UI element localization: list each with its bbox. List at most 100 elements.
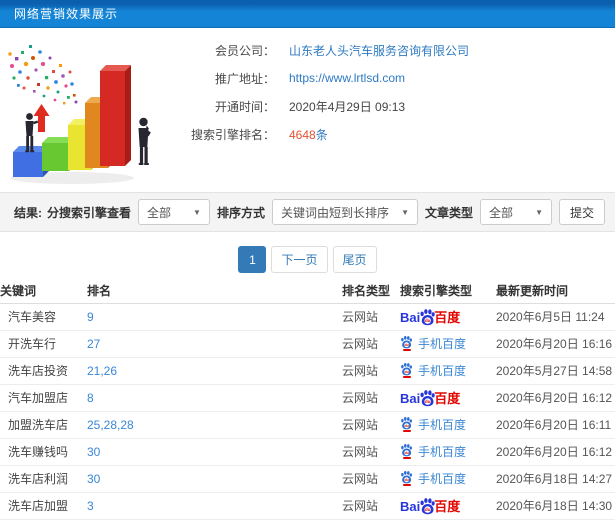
- rank-type-cell: 云网站: [342, 303, 400, 331]
- info-row-opened: 开通时间： 2020年4月29日 09:13: [185, 92, 610, 120]
- sort-mode-selected: 关键词由短到长排序: [280, 205, 389, 220]
- update-time-cell: 2020年6月20日 16:11: [496, 411, 615, 439]
- svg-text:du: du: [404, 370, 408, 374]
- last-page-button[interactable]: 尾页: [332, 246, 377, 273]
- member-company-label: 会员公司：: [214, 43, 275, 58]
- table-row: 洗车赚钱吗 30 云网站 du 手机百度 2020年6月20日 16:12: [0, 438, 615, 466]
- engine-rank-unit: 条: [315, 127, 328, 142]
- rank-link[interactable]: 27: [87, 337, 100, 351]
- confetti-dots: [8, 45, 78, 105]
- filter-bar: 结果: 分搜索引擎查看 全部 ▼ 排序方式 关键词由短到长排序 ▼ 文章类型 全…: [0, 192, 615, 232]
- rank-link[interactable]: 9: [87, 310, 94, 324]
- article-type-select[interactable]: 全部 ▼: [480, 199, 552, 225]
- rank-cell: 9: [87, 303, 342, 331]
- engine-type-cell: Bai du 百度: [400, 303, 496, 331]
- table-header-row: 关键词 排名 排名类型 搜索引擎类型 最新更新时间: [0, 279, 615, 304]
- mobile-baidu-icon: du: [400, 362, 413, 379]
- engine-type-cell: Bai du 百度: [400, 492, 496, 520]
- mobile-baidu-icon: du: [400, 443, 413, 460]
- mobile-baidu-badge: du 手机百度: [400, 335, 466, 352]
- mobile-baidu-underline: [402, 484, 411, 487]
- baidu-paw-icon: du: [401, 363, 413, 376]
- baidu-logo-cn-text: 百度: [434, 499, 461, 514]
- update-time-cell: 2020年6月18日 14:27: [496, 465, 615, 493]
- rank-cell: 8: [87, 384, 342, 412]
- page-button-1[interactable]: 1: [238, 246, 267, 273]
- mobile-baidu-label: 手机百度: [418, 444, 467, 459]
- table-row: 洗车店加盟 3 云网站 Bai du 百度 2020年6月18日 14:30: [0, 492, 615, 520]
- update-time-cell: 2020年6月20日 16:16: [496, 330, 615, 358]
- update-time-cell: 2020年6月20日 16:12: [496, 438, 615, 466]
- header-rank-type: 排名类型: [342, 279, 400, 304]
- promo-url-link[interactable]: https://www.lrtlsd.com: [289, 71, 405, 85]
- rank-link[interactable]: 3: [87, 499, 94, 513]
- mobile-baidu-badge: du 手机百度: [400, 470, 466, 487]
- rank-link[interactable]: 30: [87, 472, 100, 486]
- svg-text:du: du: [425, 399, 431, 404]
- mobile-baidu-label: 手机百度: [418, 336, 467, 351]
- update-time-cell: 2020年6月20日 16:12: [496, 384, 615, 412]
- svg-text:du: du: [404, 451, 408, 455]
- rank-type-cell: 云网站: [342, 465, 400, 493]
- member-company-link[interactable]: 山东老人头汽车服务咨询有限公司: [289, 42, 469, 59]
- page: 网络营销效果展示 会员公司： 山东老人头汽车服务咨询有限公司 推广地址： htt…: [0, 0, 615, 520]
- chevron-down-icon: ▼: [535, 207, 543, 217]
- mobile-baidu-label: 手机百度: [418, 417, 467, 432]
- table-row: 加盟洗车店 25,28,28 云网站 du 手机百度 2020年6月20日 16:11: [0, 411, 615, 439]
- baidu-paw-icon: du: [401, 336, 413, 349]
- rank-cell: 30: [87, 465, 342, 493]
- mobile-baidu-underline: [402, 349, 411, 352]
- table-row: 开洗车行 27 云网站 du 手机百度 2020年6月20日 16:16: [0, 330, 615, 358]
- filter-controls: 分搜索引擎查看 全部 ▼ 排序方式 关键词由短到长排序 ▼ 文章类型 全部 ▼ …: [47, 199, 605, 225]
- keyword-cell: 汽车美容: [0, 303, 87, 331]
- svg-text:du: du: [425, 318, 431, 323]
- table-row: 洗车店投资 21,26 云网站 du 手机百度 2020年5月27日 14:58: [0, 357, 615, 385]
- svg-text:du: du: [404, 424, 408, 428]
- page-title: 网络营销效果展示: [14, 7, 119, 21]
- keyword-cell: 加盟洗车店: [0, 411, 87, 439]
- sort-mode-select[interactable]: 关键词由短到长排序 ▼: [271, 199, 418, 225]
- engine-type-cell: du 手机百度: [400, 411, 496, 439]
- rank-type-cell: 云网站: [342, 411, 400, 439]
- engine-view-selected: 全部: [146, 205, 171, 220]
- businessman-right: [138, 117, 151, 165]
- rank-type-cell: 云网站: [342, 438, 400, 466]
- mobile-baidu-icon: du: [400, 470, 413, 487]
- engine-rank-count: 4648: [289, 127, 316, 142]
- header-engine-type: 搜索引擎类型: [400, 279, 496, 304]
- keyword-ranking-table: 关键词 排名 排名类型 搜索引擎类型 最新更新时间 汽车美容 9 云网站 Bai du 百…: [0, 279, 615, 520]
- keyword-cell: 洗车赚钱吗: [0, 438, 87, 466]
- baidu-paw-icon: du: [401, 417, 413, 430]
- baidu-logo-bai-text: Bai: [400, 310, 421, 325]
- rank-cell: 25,28,28: [87, 411, 342, 439]
- rank-link[interactable]: 30: [87, 445, 100, 459]
- rank-link[interactable]: 25,28,28: [87, 418, 134, 432]
- mobile-baidu-underline: [402, 430, 411, 433]
- info-row-url: 推广地址： https://www.lrtlsd.com: [185, 64, 610, 92]
- baidu-paw-icon: du: [401, 444, 413, 457]
- submit-button[interactable]: 提交: [559, 199, 605, 225]
- company-info-section: 会员公司： 山东老人头汽车服务咨询有限公司 推广地址： https://www.…: [0, 28, 615, 192]
- svg-text:du: du: [404, 478, 408, 482]
- promo-url-label: 推广地址：: [214, 71, 275, 86]
- baidu-logo-cn-text: 百度: [434, 391, 461, 406]
- engine-view-select[interactable]: 全部 ▼: [137, 199, 210, 225]
- baidu-logo-cn-text: 百度: [434, 310, 461, 325]
- rank-link[interactable]: 21,26: [87, 364, 117, 378]
- company-info-list: 会员公司： 山东老人头汽车服务咨询有限公司 推广地址： https://www.…: [185, 36, 610, 148]
- mobile-baidu-label: 手机百度: [418, 363, 467, 378]
- baidu-logo-bai-text: Bai: [400, 499, 421, 514]
- chevron-down-icon: ▼: [401, 207, 409, 217]
- mobile-baidu-badge: du 手机百度: [400, 362, 466, 379]
- rank-link[interactable]: 8: [87, 391, 94, 405]
- rank-type-cell: 云网站: [342, 492, 400, 520]
- rank-cell: 21,26: [87, 357, 342, 385]
- rank-cell: 30: [87, 438, 342, 466]
- baidu-logo: Bai du 百度: [400, 389, 461, 407]
- info-row-rank: 搜索引擎排名： 4648条: [185, 120, 610, 148]
- rank-type-cell: 云网站: [342, 357, 400, 385]
- chevron-down-icon: ▼: [193, 207, 201, 217]
- engine-type-cell: du 手机百度: [400, 357, 496, 385]
- next-page-button[interactable]: 下一页: [271, 246, 328, 273]
- engine-rank-label: 搜索引擎排名：: [190, 127, 275, 142]
